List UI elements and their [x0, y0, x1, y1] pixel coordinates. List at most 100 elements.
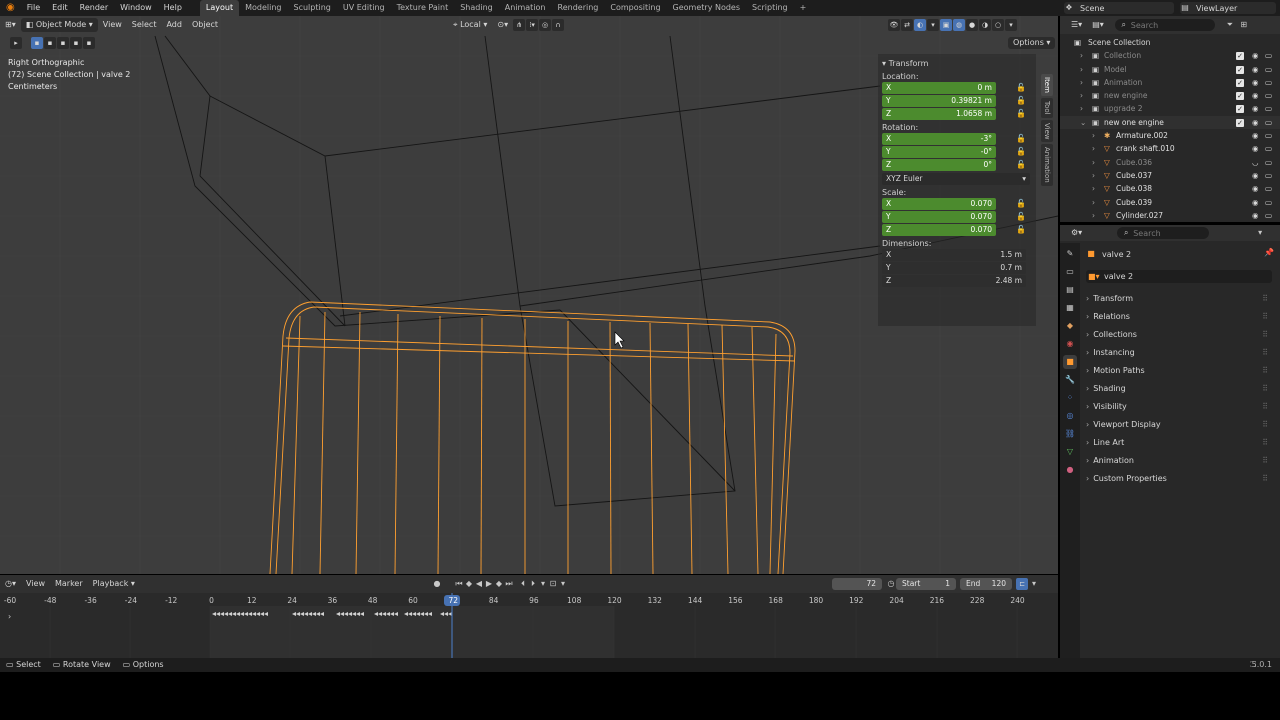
- select-intersect-icon[interactable]: ▪: [83, 37, 95, 49]
- play-icon[interactable]: ▶: [484, 579, 494, 589]
- menu-file[interactable]: File: [21, 0, 46, 16]
- render-tab-icon[interactable]: ▭: [1063, 265, 1077, 279]
- timeline-editor[interactable]: ◷▾ View Marker Playback ▾ ● ⏮ ◆ ◀ ▶ ◆ ⏭ …: [0, 575, 1058, 658]
- overlays-dropdown-icon[interactable]: ▾: [927, 19, 939, 31]
- shading-wireframe-icon[interactable]: ◍: [953, 19, 965, 31]
- outliner-collection-row[interactable]: ⌄ ▣ new one engine ✓ ◉ ▭: [1060, 115, 1280, 130]
- chevron-down-icon[interactable]: ▾: [1029, 579, 1039, 589]
- eye-icon[interactable]: ◉: [1252, 76, 1259, 89]
- eye-icon[interactable]: ◉: [1252, 89, 1259, 102]
- outliner-collection-row[interactable]: › ▣ Animation ✓ ◉ ▭: [1060, 76, 1280, 89]
- camera-icon[interactable]: ▭: [1265, 182, 1272, 195]
- outliner-object-row[interactable]: › ✱ Armature.002 ◉ ▭: [1060, 129, 1280, 142]
- proportional-edit-icon[interactable]: ◎: [539, 19, 552, 31]
- scene-selector[interactable]: ❖ Scene: [1064, 2, 1174, 14]
- menu-object[interactable]: Object: [187, 18, 223, 32]
- chevron-down-icon[interactable]: ▾: [1255, 228, 1265, 238]
- camera-icon[interactable]: ▭: [1265, 129, 1272, 142]
- exclude-checkbox[interactable]: ✓: [1236, 105, 1244, 114]
- visibility-icon[interactable]: 👁: [888, 19, 900, 31]
- expand-icon[interactable]: ⌄: [1080, 116, 1086, 129]
- outliner-collection-row[interactable]: › ▣ upgrade 2 ✓ ◉ ▭: [1060, 102, 1280, 115]
- timeline-menu-playback[interactable]: Playback ▾: [88, 577, 140, 591]
- tool-tab-icon[interactable]: ✎: [1063, 247, 1077, 261]
- camera-icon[interactable]: ▭: [1265, 116, 1272, 129]
- jump-keyframe-back-icon[interactable]: ◆: [464, 579, 474, 589]
- jump-keyframe-forward-icon[interactable]: ◆: [494, 579, 504, 589]
- drag-handle-icon[interactable]: ⠿: [1262, 291, 1268, 307]
- location-z-field[interactable]: Z 1.0658 m 🔓: [882, 108, 1026, 120]
- panel-custom-properties[interactable]: › Custom Properties ⠿: [1086, 471, 1272, 487]
- outliner-collection-row[interactable]: › ▣ new engine ✓ ◉ ▭: [1060, 89, 1280, 102]
- start-frame-field[interactable]: Start 1: [896, 578, 956, 590]
- drag-handle-icon[interactable]: ⠿: [1262, 363, 1268, 379]
- frame-range-toggle-icon[interactable]: ⊏: [1016, 578, 1028, 590]
- overlays-icon[interactable]: ◐: [914, 19, 926, 31]
- selected-object-wireframe[interactable]: [269, 301, 796, 574]
- select-subtract-icon[interactable]: ▪: [57, 37, 69, 49]
- world-tab-icon[interactable]: ◉: [1063, 337, 1077, 351]
- filter-icon[interactable]: ⏷: [1225, 20, 1235, 30]
- expand-icon[interactable]: ›: [1092, 209, 1095, 222]
- expand-icon[interactable]: ›: [1092, 182, 1095, 195]
- timeline-menu-marker[interactable]: Marker: [50, 577, 88, 591]
- tab-layout[interactable]: Layout: [199, 0, 240, 16]
- eye-icon[interactable]: ◉: [1252, 196, 1259, 209]
- tab-uv-editing[interactable]: UV Editing: [337, 0, 391, 16]
- eye-icon[interactable]: ◉: [1252, 129, 1259, 142]
- drag-handle-icon[interactable]: ⠿: [1262, 381, 1268, 397]
- location-y-field[interactable]: Y 0.39821 m 🔓: [882, 95, 1026, 107]
- camera-icon[interactable]: ▭: [1265, 209, 1272, 222]
- eye-icon[interactable]: ◉: [1252, 182, 1259, 195]
- scene-tab-icon[interactable]: ◆: [1063, 319, 1077, 333]
- next-keyframe-icon[interactable]: ⏵: [528, 579, 538, 589]
- jump-start-icon[interactable]: ⏮: [454, 579, 464, 589]
- outliner-collection-row[interactable]: › ▣ Model ✓ ◉ ▭: [1060, 63, 1280, 76]
- lock-icon[interactable]: 🔓: [1016, 82, 1026, 94]
- chevron-down-icon[interactable]: ▾: [558, 579, 568, 589]
- scale-y-field[interactable]: Y 0.070 🔓: [882, 211, 1026, 223]
- tab-sculpting[interactable]: Sculpting: [288, 0, 337, 16]
- shading-dropdown-icon[interactable]: ▾: [1005, 19, 1017, 31]
- eye-icon[interactable]: ◉: [1252, 169, 1259, 182]
- drag-handle-icon[interactable]: ⠿: [1262, 471, 1268, 487]
- panel-instancing[interactable]: › Instancing ⠿: [1086, 345, 1272, 361]
- menu-select[interactable]: Select: [127, 18, 162, 32]
- outliner-object-row[interactable]: › ▽ crank shaft.010 ◉ ▭: [1060, 142, 1280, 155]
- camera-icon[interactable]: ▭: [1265, 49, 1272, 62]
- panel-shading[interactable]: › Shading ⠿: [1086, 381, 1272, 397]
- camera-icon[interactable]: ▭: [1265, 63, 1272, 76]
- camera-icon[interactable]: ▭: [1265, 196, 1272, 209]
- menu-help[interactable]: Help: [158, 0, 188, 16]
- tab-scripting[interactable]: Scripting: [746, 0, 794, 16]
- transform-panel-header[interactable]: ▾ Transform: [882, 58, 1036, 69]
- modifiers-tab-icon[interactable]: 🔧: [1063, 373, 1077, 387]
- pivot-point-icon[interactable]: ⊙▾: [492, 18, 513, 32]
- editor-type-icon[interactable]: ⊞▾: [0, 18, 21, 32]
- expand-icon[interactable]: ›: [1080, 63, 1083, 76]
- mode-selector[interactable]: ◧ Object Mode ▾: [20, 18, 98, 32]
- outliner-editor-type-icon[interactable]: ☰▾: [1066, 18, 1087, 32]
- object-tab-icon[interactable]: ■: [1063, 355, 1077, 369]
- scale-z-field[interactable]: Z 0.070 🔓: [882, 224, 1026, 236]
- timeline-menu-view[interactable]: View: [21, 577, 50, 591]
- object-name-field[interactable]: ■▾ valve 2: [1086, 270, 1272, 283]
- properties-editor-type-icon[interactable]: ⚙▾: [1066, 226, 1087, 240]
- expand-icon[interactable]: ›: [1092, 156, 1095, 169]
- eye-icon[interactable]: ◉: [1252, 102, 1259, 115]
- tab-shading[interactable]: Shading: [454, 0, 499, 16]
- dimensions-y-field[interactable]: Y 0.7 m: [882, 262, 1026, 274]
- tab-animation[interactable]: Animation: [499, 0, 552, 16]
- camera-icon[interactable]: ▭: [1265, 89, 1272, 102]
- current-frame-field[interactable]: 72: [832, 578, 882, 590]
- exclude-checkbox[interactable]: ✓: [1236, 118, 1244, 127]
- camera-icon[interactable]: ▭: [1265, 169, 1272, 182]
- outliner-object-row[interactable]: › ▽ Cube.036 ◡ ▭: [1060, 156, 1280, 169]
- select-new-icon[interactable]: ▪: [31, 37, 43, 49]
- expand-icon[interactable]: ›: [1080, 89, 1083, 102]
- lock-icon[interactable]: 🔓: [1016, 159, 1026, 171]
- camera-icon[interactable]: ▭: [1265, 102, 1272, 115]
- jump-end-icon[interactable]: ⏭: [504, 579, 514, 589]
- panel-collections[interactable]: › Collections ⠿: [1086, 327, 1272, 343]
- eye-icon[interactable]: ◡: [1252, 156, 1259, 169]
